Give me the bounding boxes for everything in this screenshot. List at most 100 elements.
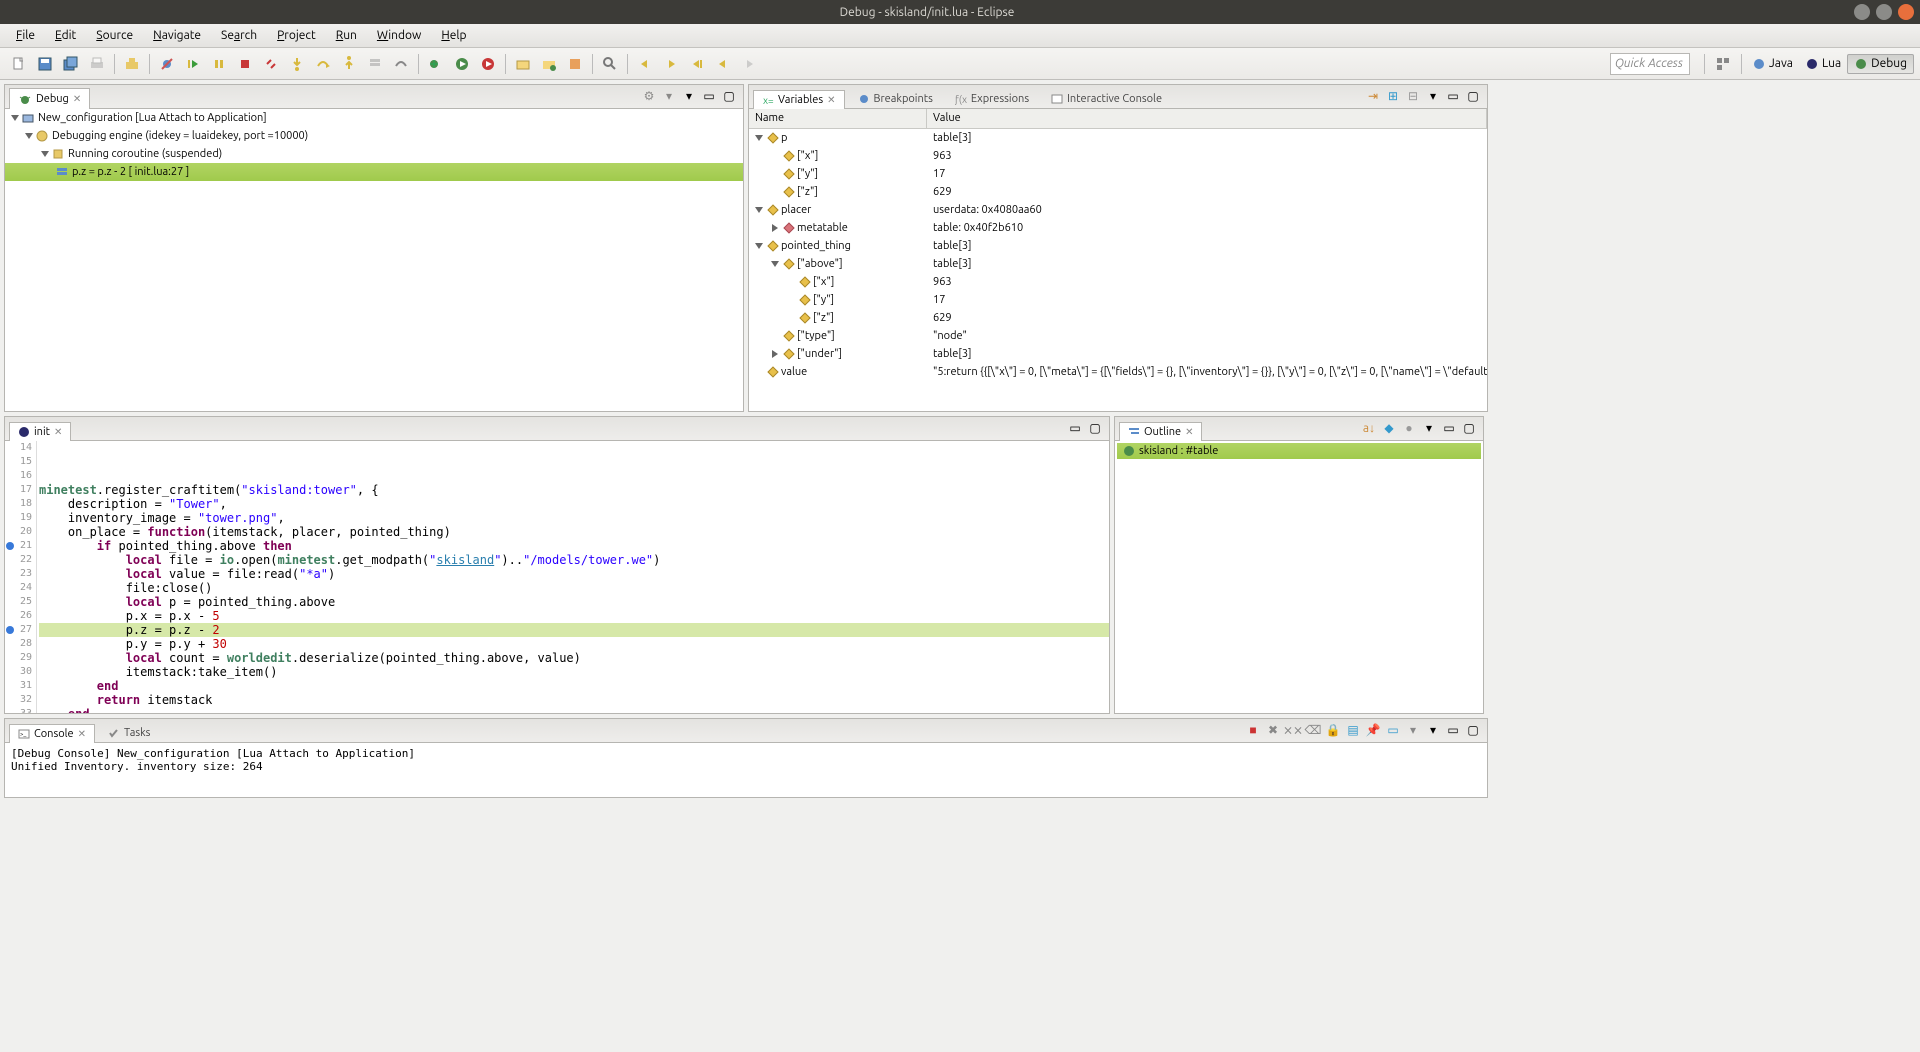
disconnect-button[interactable] xyxy=(260,53,282,75)
close-icon[interactable]: ✕ xyxy=(54,426,62,438)
close-icon[interactable]: ✕ xyxy=(1185,426,1193,438)
perspective-debug[interactable]: Debug xyxy=(1847,54,1914,74)
run-last-button[interactable] xyxy=(477,53,499,75)
new-folder-button[interactable] xyxy=(538,53,560,75)
debug-tree[interactable]: New_configuration [Lua Attach to Applica… xyxy=(5,109,743,411)
tab-breakpoints[interactable]: Breakpoints xyxy=(849,89,942,109)
debug-view-menu-button[interactable]: ⚙ xyxy=(640,87,658,105)
step-into-button[interactable] xyxy=(286,53,308,75)
window-close-button[interactable] xyxy=(1898,4,1914,20)
remove-all-button[interactable]: ⨯⨯ xyxy=(1284,721,1302,739)
menu-project[interactable]: Project xyxy=(267,26,326,45)
forward-button[interactable] xyxy=(738,53,760,75)
maximize-button[interactable]: ▢ xyxy=(1464,721,1482,739)
variable-row[interactable]: ["y"]17 xyxy=(749,165,1487,183)
clear-console-button[interactable]: ⌫ xyxy=(1304,721,1322,739)
search-button[interactable] xyxy=(599,53,621,75)
new-lua-project-button[interactable] xyxy=(512,53,534,75)
scroll-lock-button[interactable]: 🔒 xyxy=(1324,721,1342,739)
tab-expressions[interactable]: ƒ(x)Expressions xyxy=(946,89,1038,109)
show-logical-button[interactable]: ⊞ xyxy=(1384,87,1402,105)
tab-console[interactable]: >_Console✕ xyxy=(9,724,95,743)
show-type-names-button[interactable]: ⇥ xyxy=(1364,87,1382,105)
sort-button[interactable]: a↓ xyxy=(1360,419,1378,437)
variable-row[interactable]: ["y"]17 xyxy=(749,291,1487,309)
source-editor[interactable]: 1415161718192021222324252627282930313233… xyxy=(5,441,1109,713)
back-button[interactable] xyxy=(712,53,734,75)
close-icon[interactable]: ✕ xyxy=(827,94,835,106)
view-menu-button[interactable]: ▾ xyxy=(680,87,698,105)
minimize-button[interactable]: ▭ xyxy=(1444,721,1462,739)
resume-button[interactable] xyxy=(182,53,204,75)
minimize-button[interactable]: ▭ xyxy=(700,87,718,105)
view-menu-button[interactable]: ▾ xyxy=(1424,721,1442,739)
remove-launch-button[interactable]: ✖ xyxy=(1264,721,1282,739)
outline-item[interactable]: skisland : #table xyxy=(1117,443,1481,459)
collapse-all-button[interactable]: ⊟ xyxy=(1404,87,1422,105)
drop-to-frame-button[interactable] xyxy=(364,53,386,75)
tab-tasks[interactable]: Tasks xyxy=(99,723,159,743)
variable-row[interactable]: ["z"]629 xyxy=(749,309,1487,327)
minimize-button[interactable]: ▭ xyxy=(1444,87,1462,105)
quick-access-input[interactable]: Quick Access xyxy=(1610,53,1690,75)
use-step-filters-button[interactable] xyxy=(390,53,412,75)
perspective-lua[interactable]: Lua xyxy=(1799,55,1847,73)
terminate-button[interactable]: ■ xyxy=(1244,721,1262,739)
open-console-button[interactable]: ▾ xyxy=(1404,721,1422,739)
tab-outline[interactable]: Outline✕ xyxy=(1119,422,1202,441)
menu-file[interactable]: File xyxy=(6,26,45,45)
variable-row[interactable]: ["above"]table[3] xyxy=(749,255,1487,273)
debug-dropdown-button[interactable] xyxy=(425,53,447,75)
menu-window[interactable]: Window xyxy=(367,26,431,45)
variable-row[interactable]: placeruserdata: 0x4080aa60 xyxy=(749,201,1487,219)
display-selected-button[interactable]: ▭ xyxy=(1384,721,1402,739)
column-name[interactable]: Name xyxy=(749,109,927,128)
menu-run[interactable]: Run xyxy=(326,26,367,45)
save-button[interactable] xyxy=(34,53,56,75)
close-icon[interactable]: ✕ xyxy=(73,93,81,105)
menu-help[interactable]: Help xyxy=(431,26,476,45)
variable-row[interactable]: pointed_thingtable[3] xyxy=(749,237,1487,255)
step-over-button[interactable] xyxy=(312,53,334,75)
window-maximize-button[interactable] xyxy=(1876,4,1892,20)
variable-row[interactable]: ["under"]table[3] xyxy=(749,345,1487,363)
step-return-button[interactable] xyxy=(338,53,360,75)
tab-debug[interactable]: Debug ✕ xyxy=(9,88,90,109)
last-edit-button[interactable] xyxy=(686,53,708,75)
variable-row[interactable]: ["x"]963 xyxy=(749,147,1487,165)
suspend-button[interactable] xyxy=(208,53,230,75)
variable-row[interactable]: value"5:return {{[\"x\"] = 0, [\"meta\"]… xyxy=(749,363,1487,381)
minimize-button[interactable]: ▭ xyxy=(1066,419,1084,437)
hide-local-button[interactable]: ● xyxy=(1400,419,1418,437)
menu-navigate[interactable]: Navigate xyxy=(143,26,211,45)
view-menu-button[interactable]: ▾ xyxy=(1424,87,1442,105)
pin-console-button[interactable]: 📌 xyxy=(1364,721,1382,739)
show-console-button[interactable]: ▤ xyxy=(1344,721,1362,739)
skip-breakpoints-button[interactable] xyxy=(156,53,178,75)
close-icon[interactable]: ✕ xyxy=(78,728,86,740)
perspective-java[interactable]: Java xyxy=(1746,55,1799,73)
build-button[interactable] xyxy=(121,53,143,75)
variables-tree[interactable]: ptable[3]["x"]963["y"]17["z"]629placerus… xyxy=(749,129,1487,411)
stack-frame-selected[interactable]: p.z = p.z - 2 [ init.lua:27 ] xyxy=(5,163,743,181)
terminate-button[interactable] xyxy=(234,53,256,75)
maximize-button[interactable]: ▢ xyxy=(720,87,738,105)
variable-row[interactable]: metatabletable: 0x40f2b610 xyxy=(749,219,1487,237)
new-package-button[interactable] xyxy=(564,53,586,75)
variable-row[interactable]: ["x"]963 xyxy=(749,273,1487,291)
maximize-button[interactable]: ▢ xyxy=(1464,87,1482,105)
print-button[interactable] xyxy=(86,53,108,75)
minimize-button[interactable]: ▭ xyxy=(1440,419,1458,437)
tab-interactive-console[interactable]: Interactive Console xyxy=(1042,89,1171,109)
menu-source[interactable]: Source xyxy=(86,26,143,45)
view-menu-button[interactable]: ▾ xyxy=(1420,419,1438,437)
maximize-button[interactable]: ▢ xyxy=(1086,419,1104,437)
save-all-button[interactable] xyxy=(60,53,82,75)
tab-variables[interactable]: x=Variables✕ xyxy=(753,90,845,109)
next-annotation-button[interactable] xyxy=(660,53,682,75)
variable-row[interactable]: ["z"]629 xyxy=(749,183,1487,201)
variable-row[interactable]: ptable[3] xyxy=(749,129,1487,147)
console-output[interactable]: [Debug Console] New_configuration [Lua A… xyxy=(5,743,1487,797)
prev-annotation-button[interactable] xyxy=(634,53,656,75)
menu-search[interactable]: Search xyxy=(211,26,267,45)
